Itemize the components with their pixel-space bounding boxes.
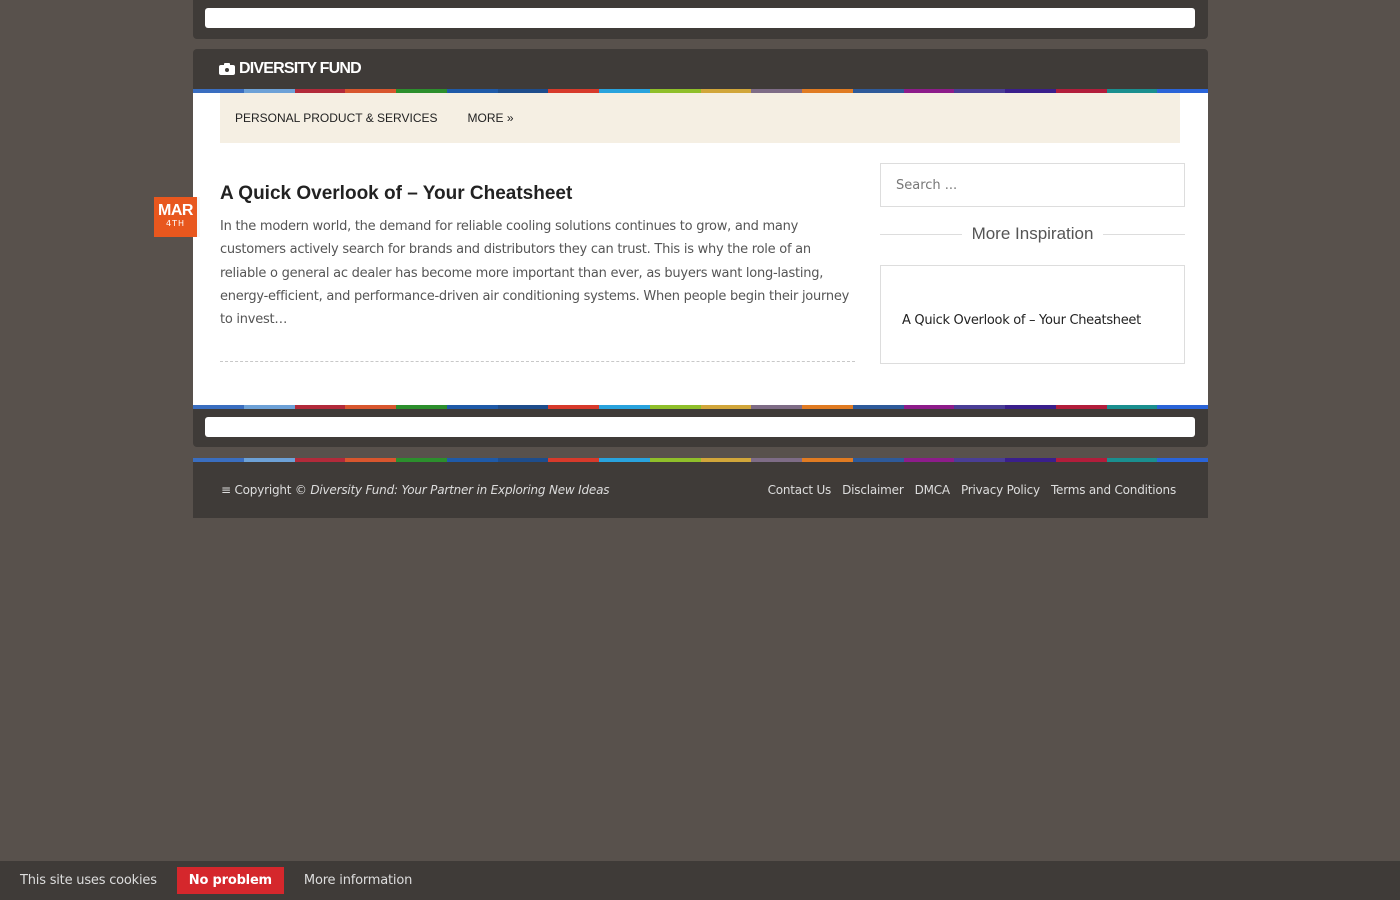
post-title[interactable]: A Quick Overlook of – Your Cheatsheet	[220, 183, 572, 205]
inspiration-link[interactable]: A Quick Overlook of – Your Cheatsheet	[902, 313, 1141, 328]
camera-icon	[219, 63, 235, 75]
post-divider	[220, 361, 855, 362]
site-footer: ≡ Copyright © Diversity Fund: Your Partn…	[193, 462, 1208, 518]
footer-link-terms[interactable]: Terms and Conditions	[1051, 483, 1176, 497]
top-ad-bar	[193, 0, 1208, 39]
widget-title: More Inspiration	[880, 224, 1186, 244]
copyright: ≡ Copyright © Diversity Fund: Your Partn…	[221, 483, 609, 497]
post-date-badge: MAR 4TH	[154, 197, 200, 237]
copyright-site-name[interactable]: Diversity Fund: Your Partner in Explorin…	[310, 483, 609, 497]
nav-item-more[interactable]: MORE »	[468, 111, 514, 125]
date-month: MAR	[158, 202, 193, 219]
divider	[880, 233, 962, 235]
divider	[1103, 233, 1186, 235]
cookie-more-info-link[interactable]: More information	[304, 873, 412, 888]
footer-links: Contact Us Disclaimer DMCA Privacy Polic…	[768, 483, 1177, 497]
search-box	[880, 163, 1185, 207]
cookie-banner: This site uses cookies No problem More i…	[0, 861, 1400, 900]
cookie-accept-button[interactable]: No problem	[176, 867, 284, 894]
cookie-message: This site uses cookies	[20, 873, 157, 888]
bottom-ad-slot	[205, 417, 1195, 437]
site-logo[interactable]: DIVERSITY FUND	[219, 60, 362, 78]
main-nav: PERSONAL PRODUCT & SERVICES MORE »	[220, 93, 1180, 143]
copyright-prefix: ≡ Copyright ©	[221, 483, 307, 497]
footer-link-disclaimer[interactable]: Disclaimer	[842, 483, 904, 497]
bottom-ad-bar	[193, 409, 1208, 447]
nav-item-personal-product-services[interactable]: PERSONAL PRODUCT & SERVICES	[235, 111, 438, 125]
site-logo-text[interactable]: DIVERSITY FUND	[239, 60, 362, 78]
top-ad-slot	[205, 8, 1195, 28]
footer-link-dmca[interactable]: DMCA	[915, 483, 951, 497]
site-header: DIVERSITY FUND	[193, 49, 1208, 89]
footer-link-privacy-policy[interactable]: Privacy Policy	[961, 483, 1040, 497]
widget-title-text: More Inspiration	[971, 224, 1094, 243]
inspiration-widget: A Quick Overlook of – Your Cheatsheet	[880, 265, 1185, 364]
main-content: PERSONAL PRODUCT & SERVICES MORE » A Qui…	[193, 93, 1208, 405]
post-excerpt: In the modern world, the demand for reli…	[220, 219, 850, 328]
search-input[interactable]	[881, 164, 1184, 206]
footer-link-contact-us[interactable]: Contact Us	[768, 483, 832, 497]
date-day: 4TH	[166, 219, 185, 228]
